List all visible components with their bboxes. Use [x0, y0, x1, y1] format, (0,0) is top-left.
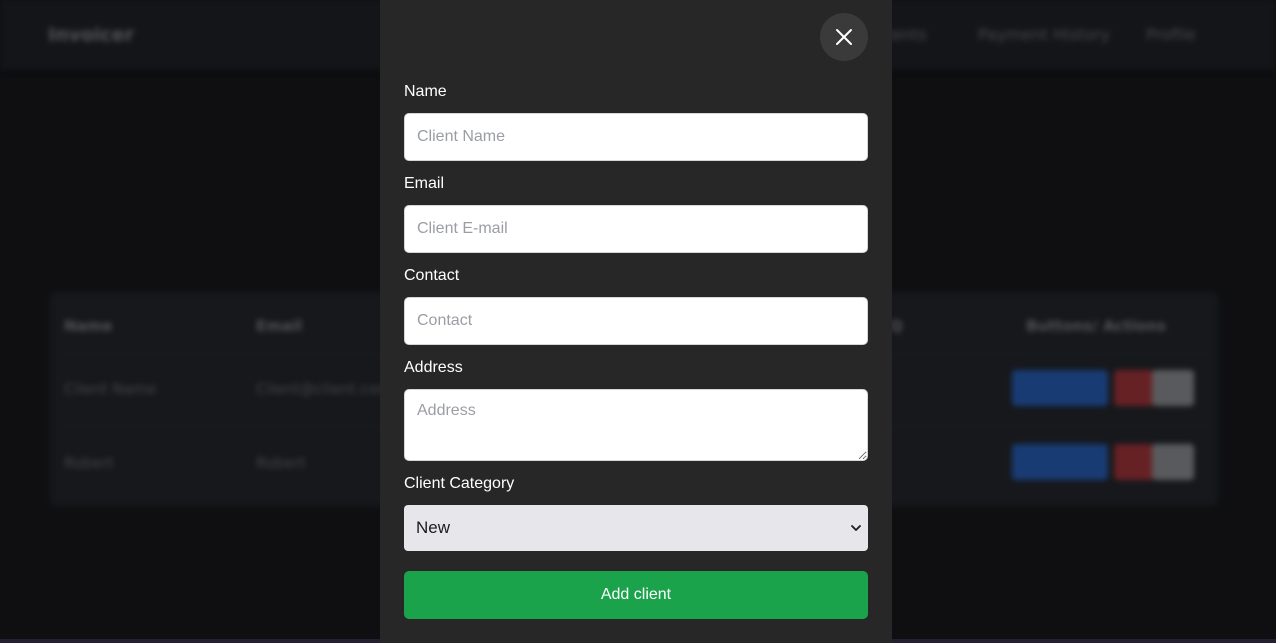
client-category-label: Client Category	[404, 475, 515, 492]
close-button[interactable]	[820, 13, 868, 61]
close-icon	[836, 29, 852, 45]
page: Invoicer Clients Payment History Profile…	[0, 0, 1276, 643]
email-input[interactable]	[404, 205, 868, 253]
add-client-modal: Name Email Contact Address Client Catego…	[380, 0, 892, 643]
address-label: Address	[404, 359, 463, 376]
contact-input[interactable]	[404, 297, 868, 345]
name-label: Name	[404, 83, 447, 100]
contact-label: Contact	[404, 267, 460, 284]
client-category-select[interactable]: New	[404, 505, 868, 551]
name-input[interactable]	[404, 113, 868, 161]
add-client-button[interactable]: Add client	[404, 571, 868, 619]
address-textarea[interactable]	[404, 389, 868, 461]
chevron-down-icon	[851, 525, 861, 531]
email-label: Email	[404, 175, 445, 192]
client-category-value: New	[416, 518, 451, 537]
